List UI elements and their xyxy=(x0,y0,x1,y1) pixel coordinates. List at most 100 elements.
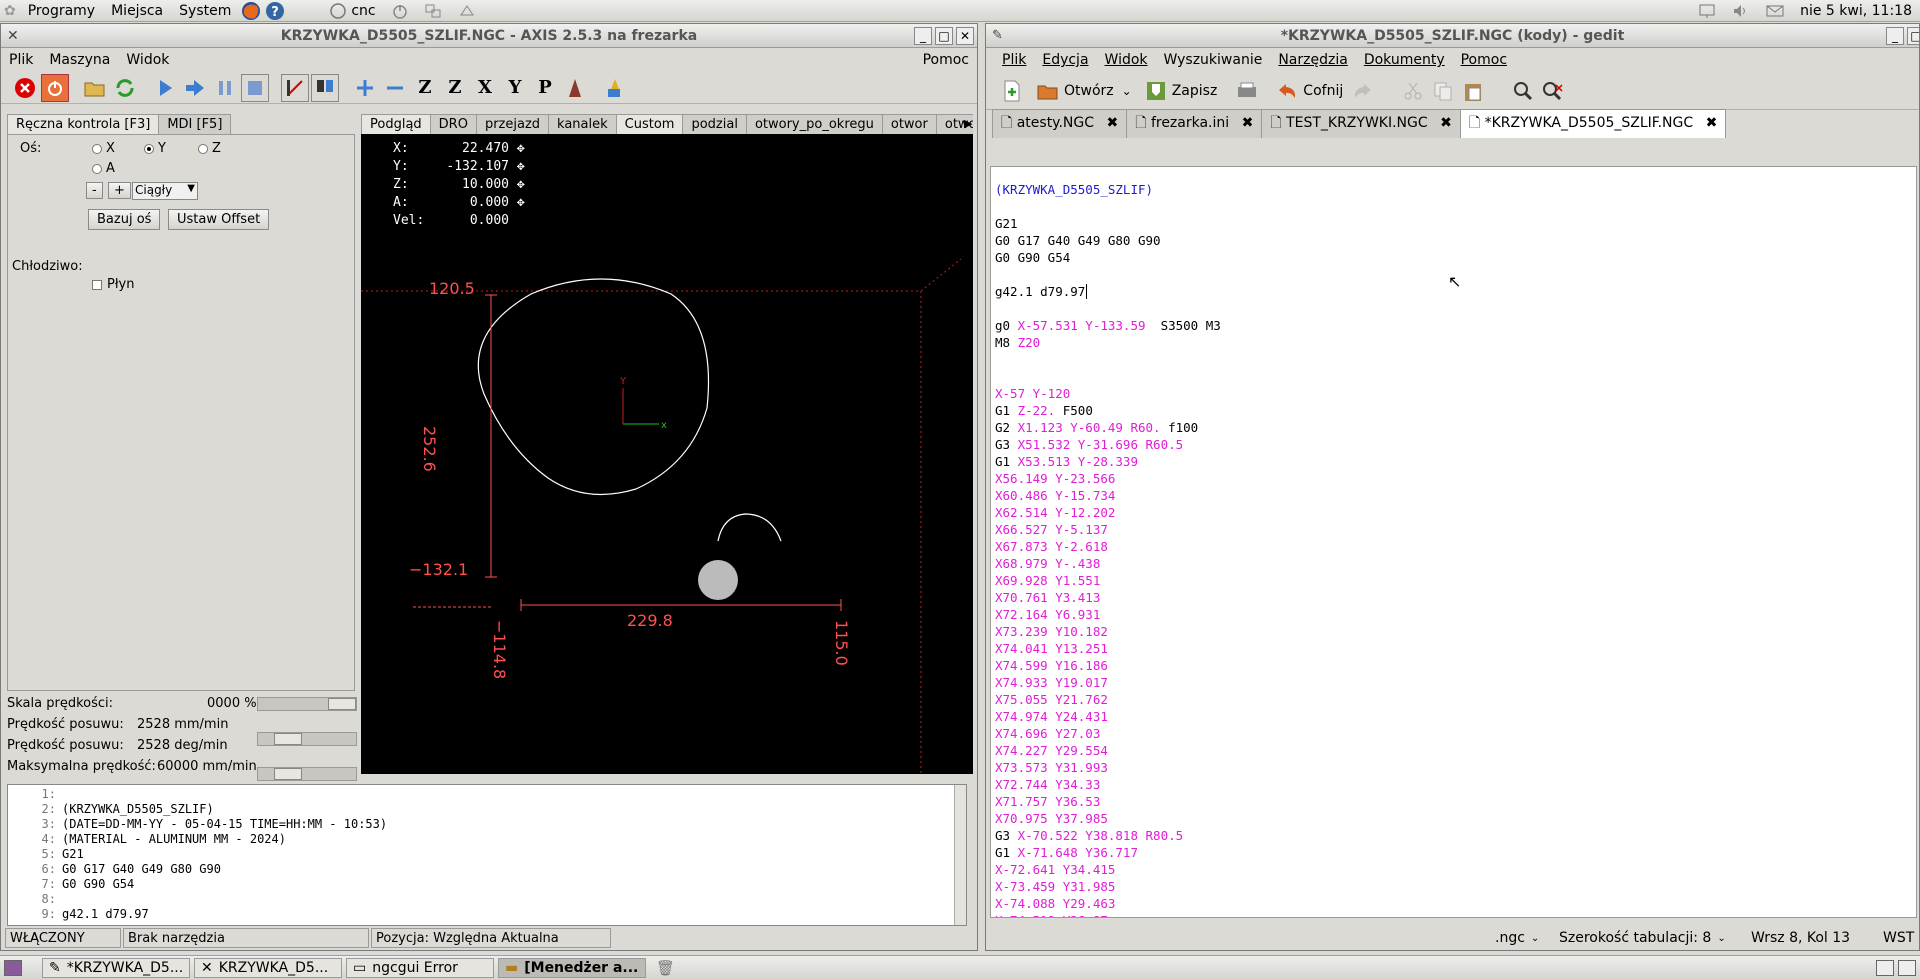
feed-slider-2[interactable] xyxy=(257,767,357,781)
editor-line[interactable]: G0 G17 G40 G49 G80 G90 xyxy=(995,232,1916,249)
listing-line[interactable]: 5: G21 xyxy=(8,847,966,862)
display-icon[interactable] xyxy=(1690,0,1724,22)
tab-manual-control[interactable]: Ręczna kontrola [F3] xyxy=(7,114,160,134)
listing-scrollbar[interactable] xyxy=(954,785,966,925)
editor-line[interactable]: X-74.519 Y26.87 xyxy=(995,912,1916,917)
editor-line[interactable]: X74.933 Y19.017 xyxy=(995,674,1916,691)
trash-icon[interactable]: 🗑 xyxy=(656,959,675,977)
close-tab-icon[interactable]: ✖ xyxy=(1106,115,1118,131)
language-select[interactable]: .ngc ⌄ xyxy=(1491,928,1553,948)
editor-line[interactable]: X68.979 Y-.438 xyxy=(995,555,1916,572)
speed-scale-slider[interactable] xyxy=(257,697,357,711)
editor-line[interactable]: X71.757 Y36.53 xyxy=(995,793,1916,810)
help-icon[interactable]: ? xyxy=(263,0,287,22)
jog-mode-select[interactable]: Ciągły ▼ xyxy=(132,182,198,200)
task-gedit[interactable]: ✎ *KRZYWKA_D5... xyxy=(42,957,190,978)
radio-axis-a[interactable]: A xyxy=(92,161,115,176)
zoom-out-icon[interactable] xyxy=(381,74,409,102)
minimize-icon[interactable]: _ xyxy=(914,26,932,45)
editor-line[interactable]: G3 X51.532 Y-31.696 R60.5 xyxy=(995,436,1916,453)
editor-line[interactable]: X-74.088 Y29.463 xyxy=(995,895,1916,912)
slider-knob[interactable] xyxy=(274,733,302,745)
close-tab-icon[interactable]: ✖ xyxy=(1440,115,1452,131)
editor-line[interactable]: X69.928 Y1.551 xyxy=(995,572,1916,589)
tab-otwor[interactable]: otwor xyxy=(881,114,937,134)
listing-line[interactable]: 4: (MATERIAL - ALUMINUM MM - 2024) xyxy=(8,832,966,847)
tab-scroll-right-icon[interactable]: ▶ xyxy=(964,117,972,130)
listing-line[interactable]: 2: (KRZYWKA_D5505_SZLIF) xyxy=(8,802,966,817)
editor-line[interactable]: G1 X-71.648 Y36.717 xyxy=(995,844,1916,861)
tab-przejazd[interactable]: przejazd xyxy=(475,114,550,134)
tab-podglad[interactable]: Podgląd xyxy=(361,114,431,134)
editor-line[interactable] xyxy=(995,300,1916,317)
flood-checkbox-box[interactable] xyxy=(92,279,102,290)
editor-line[interactable]: X72.164 Y6.931 xyxy=(995,606,1916,623)
editor-line[interactable]: X74.599 Y16.186 xyxy=(995,657,1916,674)
run-icon[interactable] xyxy=(151,74,179,102)
editor-line[interactable]: X74.041 Y13.251 xyxy=(995,640,1916,657)
jog-minus-button[interactable]: - xyxy=(86,182,103,199)
radio-y-circle[interactable] xyxy=(144,143,154,154)
rotate-view-icon[interactable] xyxy=(561,74,589,102)
gedit-titlebar[interactable]: ✎ *KRZYWKA_D5505_SZLIF.NGC (kody) - gedi… xyxy=(986,24,1919,48)
menu-plik[interactable]: Plik xyxy=(994,52,1034,68)
tab-dro[interactable]: DRO xyxy=(429,114,477,134)
task-ngcgui-error[interactable]: ▭ ngcgui Error xyxy=(346,957,494,978)
firefox-icon[interactable] xyxy=(239,0,263,22)
listing-line[interactable]: 9: g42.1 d79.97 xyxy=(8,907,966,922)
jog-plus-button[interactable]: + xyxy=(108,182,131,199)
editor-line[interactable]: X75.055 Y21.762 xyxy=(995,691,1916,708)
view-z2-icon[interactable]: Z xyxy=(441,74,469,102)
doc-tab-frezarka[interactable]: 🗋 frezarka.ini ✖ xyxy=(1126,109,1263,138)
menu-places[interactable]: Miejsca xyxy=(103,0,171,22)
close-tab-icon[interactable]: ✖ xyxy=(1242,115,1254,131)
radio-axis-x[interactable]: X xyxy=(92,141,115,156)
chevron-down-icon[interactable]: ⌄ xyxy=(1531,933,1539,944)
print-icon[interactable] xyxy=(1233,77,1261,105)
editor-line[interactable]: X56.149 Y-23.566 xyxy=(995,470,1916,487)
editor-line[interactable]: X-57 Y-120 xyxy=(995,385,1916,402)
menu-plik[interactable]: Plik xyxy=(1,52,41,68)
editor-line[interactable]: X73.573 Y31.993 xyxy=(995,759,1916,776)
editor-line[interactable]: X73.239 Y10.182 xyxy=(995,623,1916,640)
axis-titlebar[interactable]: ✕ KRZYWKA_D5505_SZLIF.NGC - AXIS 2.5.3 n… xyxy=(1,24,977,48)
editor-line[interactable]: X60.486 Y-15.734 xyxy=(995,487,1916,504)
editor-line[interactable]: X-73.459 Y31.985 xyxy=(995,878,1916,895)
cnc-launcher-label[interactable]: cnc xyxy=(349,0,383,22)
listing-line[interactable]: 8: xyxy=(8,892,966,907)
listing-line[interactable]: 1: xyxy=(8,787,966,802)
flood-checkbox[interactable]: Płyn xyxy=(92,277,134,292)
editor-line[interactable]: G0 G90 G54 xyxy=(995,249,1916,266)
listing-line[interactable]: 7: G0 G90 G54 xyxy=(8,877,966,892)
close-icon[interactable]: ✕ xyxy=(956,26,974,45)
stop-icon[interactable] xyxy=(241,73,269,102)
editor-line[interactable]: G2 X1.123 Y-60.49 R60. f100 xyxy=(995,419,1916,436)
menu-widok[interactable]: Widok xyxy=(1097,52,1156,68)
close-tab-icon[interactable]: ✖ xyxy=(1706,115,1718,131)
editor-line[interactable] xyxy=(995,368,1916,385)
pause-icon[interactable] xyxy=(211,74,239,102)
volume-icon[interactable] xyxy=(1724,0,1758,22)
network-icon[interactable] xyxy=(416,0,450,22)
feed-slider-1[interactable] xyxy=(257,732,357,746)
menu-widok[interactable]: Widok xyxy=(118,52,177,68)
mail-icon[interactable] xyxy=(1758,0,1792,22)
save-button-icon[interactable] xyxy=(1142,77,1170,105)
menu-dokumenty[interactable]: Dokumenty xyxy=(1356,52,1453,68)
editor-line[interactable]: X66.527 Y-5.137 xyxy=(995,521,1916,538)
open-button[interactable]: Otwórz xyxy=(1064,83,1114,99)
maximize-icon[interactable]: □ xyxy=(935,26,953,45)
tab-mdi[interactable]: MDI [F5] xyxy=(158,114,232,134)
menu-pomoc[interactable]: Pomoc xyxy=(1453,52,1515,68)
power-icon[interactable] xyxy=(384,0,416,22)
open-dropdown-icon[interactable]: ⌄ xyxy=(1122,84,1132,98)
task-axis[interactable]: ✕ KRZYWKA_D5... xyxy=(194,957,342,978)
undo-button[interactable]: Cofnij xyxy=(1303,83,1343,99)
editor-line[interactable]: X62.514 Y-12.202 xyxy=(995,504,1916,521)
edit-icon[interactable]: ✎ xyxy=(992,28,1003,43)
redo-icon[interactable] xyxy=(1349,77,1377,105)
step-icon[interactable] xyxy=(181,74,209,102)
doc-tab-test-krzywki[interactable]: 🗋 TEST_KRZYWKI.NGC ✖ xyxy=(1261,109,1461,138)
undo-button-icon[interactable] xyxy=(1273,77,1301,105)
new-document-icon[interactable] xyxy=(998,77,1026,105)
